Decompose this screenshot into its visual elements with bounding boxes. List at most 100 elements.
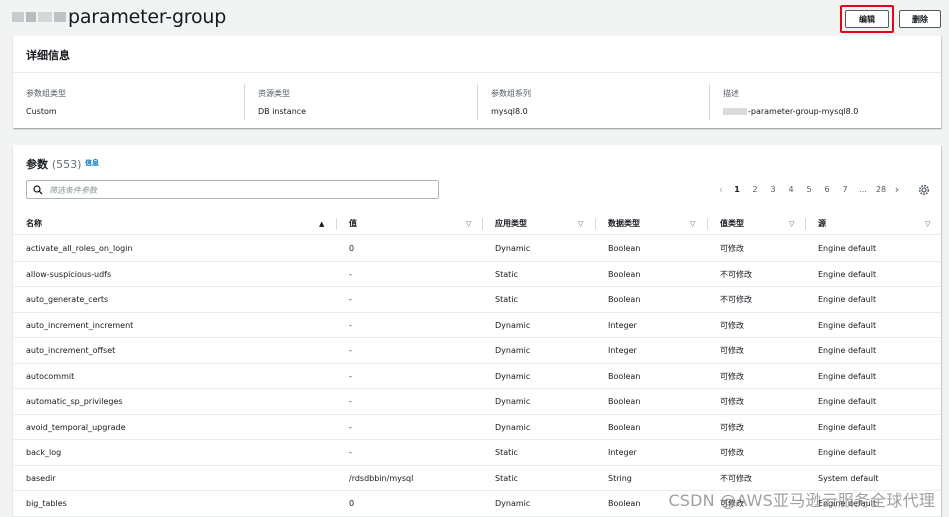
sort-icon[interactable]: ▽ — [466, 213, 471, 235]
detail-value: Custom — [26, 107, 57, 116]
cell-data-type: String — [608, 473, 632, 483]
table-row[interactable]: allow-suspicious-udfs - Static Boolean 不可修改 E… — [13, 262, 941, 287]
delete-button[interactable]: 删除 — [899, 10, 941, 28]
table-header: 名称 ▲ 值 ▽ 应用类型 ▽ 数据类型 ▽ 值类型 ▽ 源 ▽ — [13, 213, 941, 235]
detail-key: 参数组类型 — [26, 89, 66, 98]
cell-value: - — [349, 295, 352, 304]
cell-name: automatic_sp_privileges — [26, 397, 123, 406]
column-header-source[interactable]: 源 — [818, 213, 826, 235]
table-row[interactable]: auto_increment_increment - Dynamic Integer 可… — [13, 313, 941, 338]
cell-value: - — [349, 346, 352, 355]
page-ellipsis: ... — [859, 185, 867, 194]
sort-icon[interactable]: ▽ — [925, 213, 930, 235]
column-header-value[interactable]: 值 — [349, 213, 357, 235]
cell-value-type: 可修改 — [720, 371, 744, 381]
cell-data-type: Boolean — [608, 499, 641, 508]
watermark-text: CSDN @AWS亚马逊云服务全球代理 — [668, 491, 935, 510]
table-row[interactable]: avoid_temporal_upgrade - Dynamic Boolean 可修改… — [13, 415, 941, 440]
detail-value: DB instance — [258, 107, 307, 116]
column-header-data-type[interactable]: 数据类型 — [608, 213, 640, 235]
table-row[interactable]: auto_generate_certs - Static Boolean 不可修改 Eng… — [13, 287, 941, 313]
detail-value: mysql8.0 — [491, 107, 528, 116]
table-row[interactable]: back_log - Static Integer 可修改 Engine default — [13, 440, 941, 466]
cell-data-type: Integer — [608, 346, 637, 355]
cell-value-type: 可修改 — [720, 320, 744, 330]
search-icon — [33, 185, 43, 195]
column-separator[interactable] — [336, 218, 337, 230]
cell-source: Engine default — [818, 397, 877, 406]
page-28[interactable]: 28 — [872, 185, 890, 194]
cell-source: Engine default — [818, 244, 877, 253]
column-header-value-type[interactable]: 值类型 — [720, 213, 744, 235]
cell-apply-type: Static — [495, 473, 518, 483]
column-separator[interactable] — [707, 218, 708, 230]
cell-name: auto_increment_increment — [26, 320, 134, 330]
sort-icon[interactable]: ▽ — [789, 213, 794, 235]
cell-apply-type: Static — [495, 269, 518, 279]
cell-value: 0 — [349, 499, 355, 508]
cell-value-type: 不可修改 — [720, 269, 752, 279]
page-5[interactable]: 5 — [800, 185, 818, 194]
page-6[interactable]: 6 — [818, 185, 836, 194]
cell-data-type: Boolean — [608, 295, 641, 304]
cell-name: autocommit — [26, 371, 75, 381]
cell-apply-type: Dynamic — [495, 371, 531, 381]
column-separator[interactable] — [482, 218, 483, 230]
page-3[interactable]: 3 — [764, 185, 782, 194]
detail-family: 参数组系列 mysql8.0 — [491, 88, 531, 116]
chevron-right-icon[interactable]: › — [890, 183, 904, 196]
cell-data-type: Boolean — [608, 244, 641, 253]
edit-button[interactable]: 编辑 — [845, 10, 889, 28]
detail-key: 资源类型 — [258, 89, 290, 98]
sort-icon[interactable]: ▽ — [578, 213, 583, 235]
cell-name: big_tables — [26, 499, 67, 508]
page-title: parameter-group — [68, 6, 227, 28]
detail-description: 描述 -parameter-group-mysql8.0 — [723, 88, 858, 116]
cell-source: Engine default — [818, 346, 877, 355]
cell-data-type: Integer — [608, 320, 637, 330]
cell-value: - — [349, 448, 352, 457]
page-2[interactable]: 2 — [746, 185, 764, 194]
column-separator[interactable] — [805, 218, 806, 230]
detail-resource-type: 资源类型 DB instance — [258, 88, 306, 116]
column-header-apply-type[interactable]: 应用类型 — [495, 213, 527, 235]
cell-name: avoid_temporal_upgrade — [26, 422, 126, 432]
cell-apply-type: Static — [495, 448, 518, 457]
detail-separator — [477, 84, 478, 120]
cell-source: Engine default — [818, 422, 877, 432]
redacted-text — [723, 108, 747, 115]
gear-icon[interactable] — [918, 184, 930, 196]
cell-apply-type: Dynamic — [495, 346, 531, 355]
details-title: 详细信息 — [26, 49, 70, 62]
detail-separator — [244, 84, 245, 120]
parameters-panel: 参数 (553) 信息 筛选条件参数 ‹ 1 2 3 4 5 6 7 ... 2… — [13, 145, 941, 517]
cell-value-type: 可修改 — [720, 346, 744, 355]
page-4[interactable]: 4 — [782, 185, 800, 194]
cell-name: auto_generate_certs — [26, 295, 109, 304]
page-header: parameter-group 编辑 删除 — [0, 0, 949, 36]
column-header-name[interactable]: 名称 — [26, 213, 42, 235]
page-1[interactable]: 1 — [728, 185, 746, 194]
cell-value-type: 可修改 — [720, 397, 744, 406]
cell-value-type: 可修改 — [720, 244, 744, 253]
column-separator[interactable] — [595, 218, 596, 230]
cell-name: basedir — [26, 473, 56, 483]
table-row[interactable]: automatic_sp_privileges - Dynamic Boolean 可修… — [13, 389, 941, 415]
table-row[interactable]: activate_all_roles_on_login 0 Dynamic Boole… — [13, 236, 941, 262]
detail-key: 参数组系列 — [491, 89, 531, 98]
cell-name: back_log — [26, 448, 62, 457]
search-input[interactable]: 筛选条件参数 — [26, 180, 439, 199]
cell-name: activate_all_roles_on_login — [26, 244, 133, 253]
info-link[interactable]: 信息 — [85, 158, 99, 168]
cell-source: Engine default — [818, 320, 877, 330]
cell-value: - — [349, 269, 352, 279]
cell-value-type: 不可修改 — [720, 295, 752, 304]
table-row[interactable]: auto_increment_offset - Dynamic Integer 可修改 E… — [13, 338, 941, 364]
cell-value-type: 可修改 — [720, 422, 744, 432]
sort-icon[interactable]: ▽ — [690, 213, 695, 235]
table-row[interactable]: autocommit - Dynamic Boolean 可修改 Engine defau… — [13, 364, 941, 389]
cell-source: Engine default — [818, 448, 877, 457]
page-7[interactable]: 7 — [836, 185, 854, 194]
chevron-left-icon[interactable]: ‹ — [714, 183, 728, 196]
sort-asc-icon[interactable]: ▲ — [319, 213, 324, 235]
